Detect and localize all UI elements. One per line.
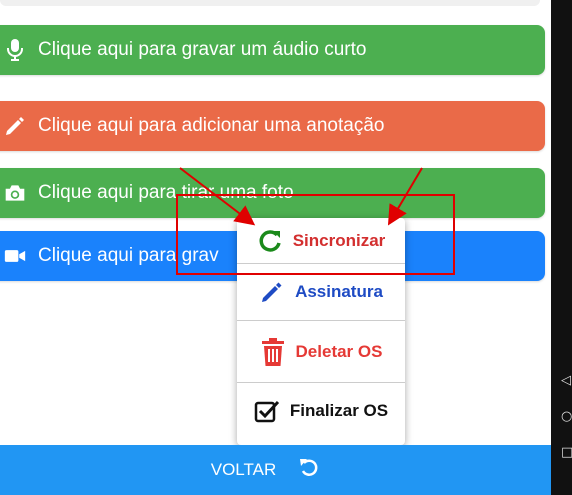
record-video-label: Clique aqui para grav xyxy=(38,245,219,266)
add-note-label: Clique aqui para adicionar uma anotação xyxy=(38,115,385,136)
top-card-edge xyxy=(0,0,540,6)
undo-icon xyxy=(298,457,320,484)
record-audio-label: Clique aqui para gravar um áudio curto xyxy=(38,39,367,60)
finish-os-menu-item[interactable]: Finalizar OS xyxy=(237,383,405,439)
delete-os-menu-item[interactable]: Deletar OS xyxy=(237,321,405,383)
nav-recent-icon[interactable]: □ xyxy=(561,446,572,459)
back-button[interactable]: VOLTAR xyxy=(0,445,551,495)
nav-home-icon[interactable]: ○ xyxy=(561,410,572,423)
nav-back-icon[interactable]: ◁ xyxy=(561,374,571,387)
back-label: VOLTAR xyxy=(210,460,277,479)
sync-menu-item[interactable]: Sincronizar xyxy=(237,218,405,264)
finish-os-label: Finalizar OS xyxy=(289,401,389,420)
sync-label: Sincronizar xyxy=(292,230,386,250)
camera-icon xyxy=(4,182,26,204)
checkbox-icon xyxy=(254,398,280,424)
signature-label: Assinatura xyxy=(295,282,383,301)
signature-menu-item[interactable]: Assinatura xyxy=(237,264,405,321)
refresh-icon xyxy=(257,228,283,254)
trash-icon xyxy=(260,337,286,366)
video-camera-icon xyxy=(4,245,26,267)
microphone-icon xyxy=(4,39,26,61)
take-photo-label: Clique aqui para tirar uma foto xyxy=(38,182,294,203)
pencil-icon xyxy=(259,279,285,305)
add-note-button[interactable]: Clique aqui para adicionar uma anotação xyxy=(0,101,545,151)
options-popup-menu: Sincronizar Assinatura Deletar OS Finali… xyxy=(237,218,405,445)
take-photo-button[interactable]: Clique aqui para tirar uma foto xyxy=(0,168,545,218)
app-screen: Clique aqui para gravar um áudio curto C… xyxy=(0,0,551,495)
record-audio-button[interactable]: Clique aqui para gravar um áudio curto xyxy=(0,25,545,75)
delete-os-label: Deletar OS xyxy=(295,341,383,361)
pencil-icon xyxy=(4,115,26,137)
